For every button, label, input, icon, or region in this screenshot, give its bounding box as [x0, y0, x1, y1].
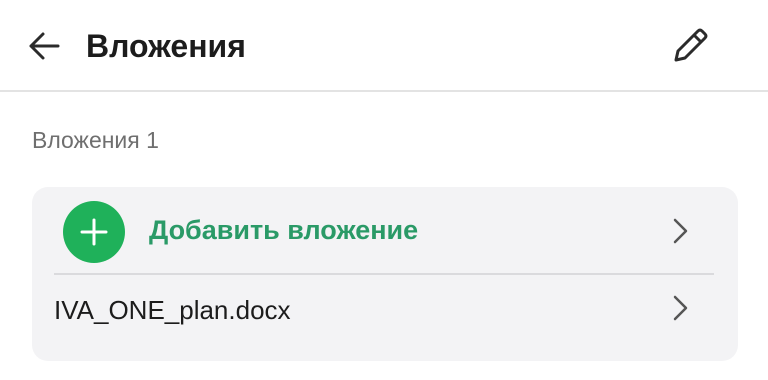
attachments-count-label: Вложения 1: [32, 126, 159, 153]
attachments-card: Добавить вложение IVA_ONE_plan.docx: [32, 187, 738, 361]
add-attachment-row[interactable]: Добавить вложение: [32, 187, 738, 274]
attachment-item[interactable]: IVA_ONE_plan.docx: [32, 274, 738, 361]
back-button[interactable]: [20, 22, 68, 70]
chevron-right-icon: [668, 292, 692, 324]
pencil-icon: [674, 28, 708, 62]
arrow-left-icon: [29, 32, 60, 60]
edit-button[interactable]: [664, 20, 716, 72]
plus-icon: [80, 218, 108, 246]
app-header: Вложения: [0, 0, 768, 92]
chevron-right-icon: [668, 215, 692, 247]
attachment-file-name: IVA_ONE_plan.docx: [54, 294, 291, 325]
add-attachment-button[interactable]: [63, 201, 125, 263]
page-title: Вложения: [86, 27, 246, 64]
add-attachment-label: Добавить вложение: [149, 214, 419, 245]
